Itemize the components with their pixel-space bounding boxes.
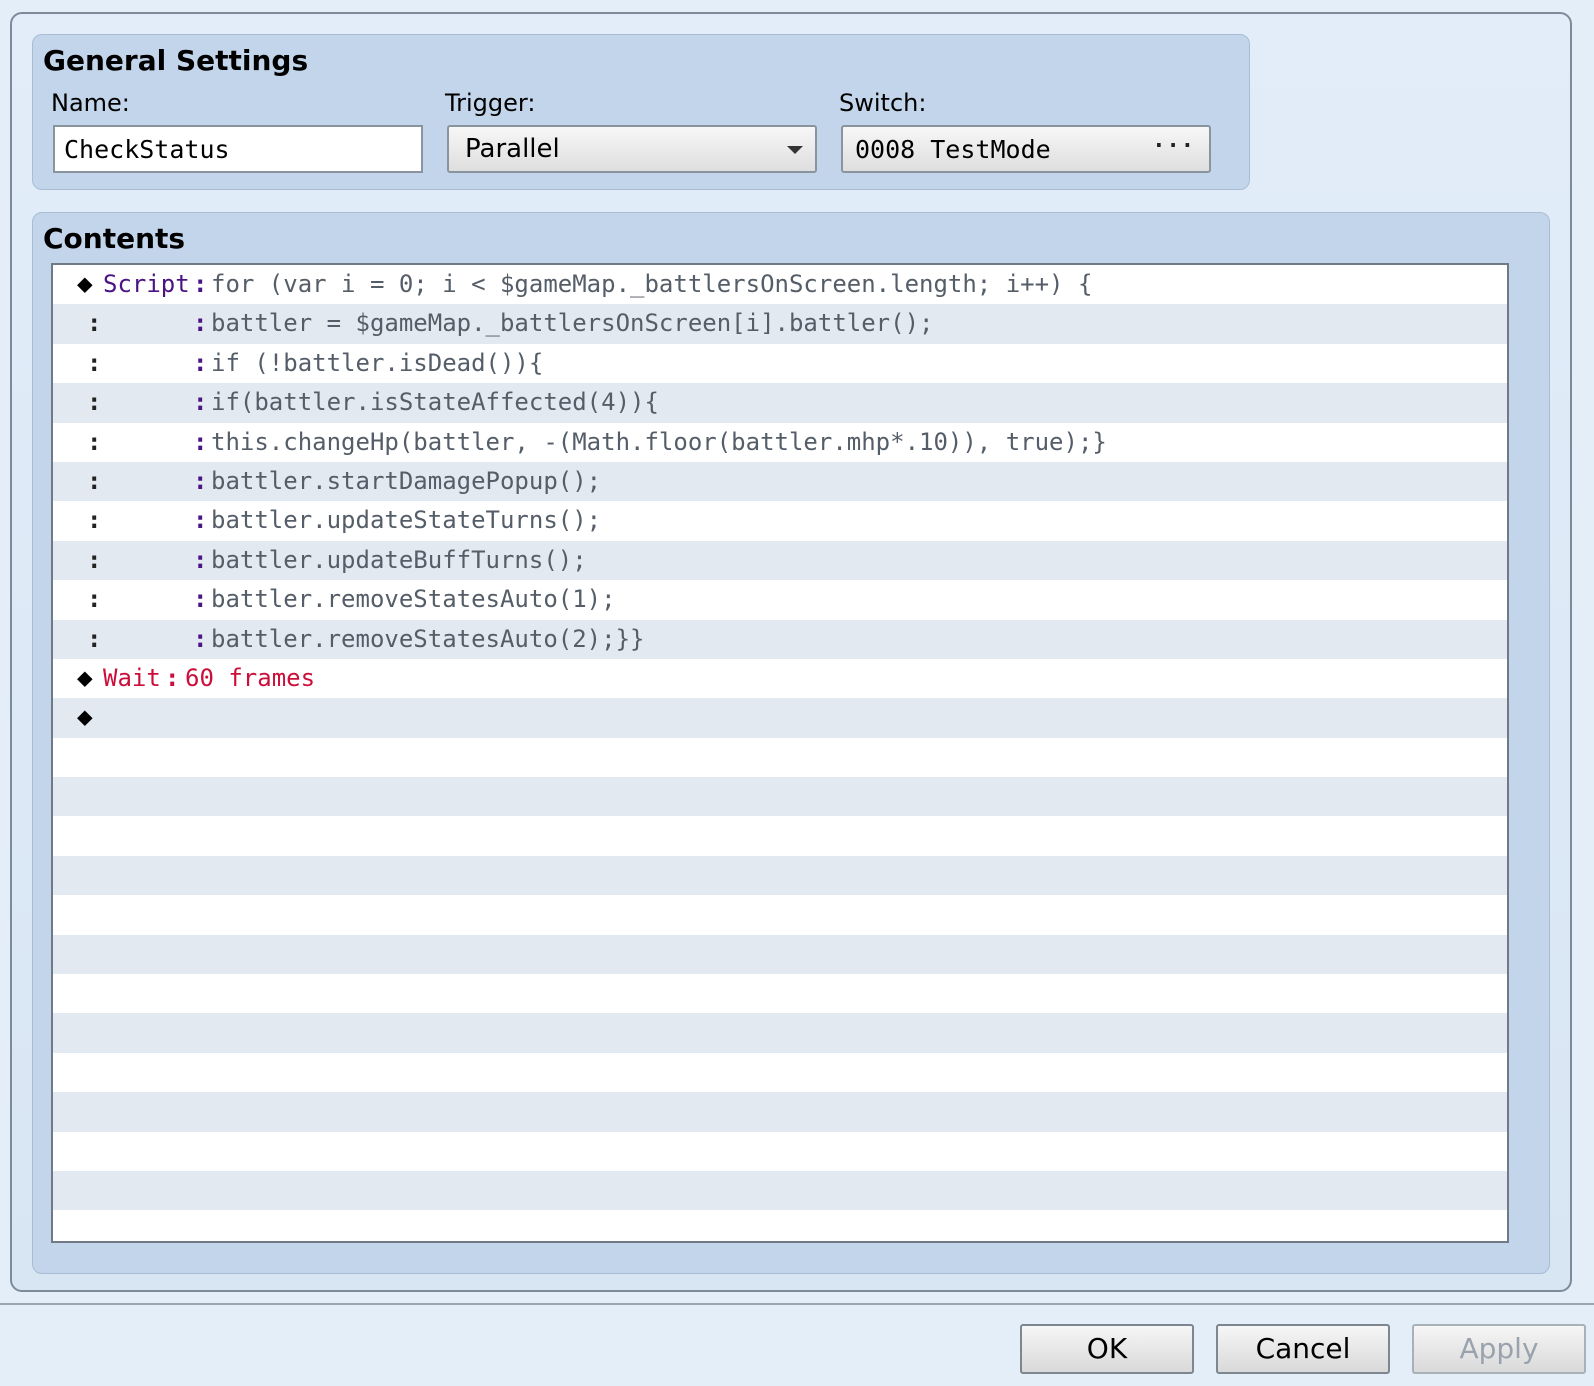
apply-button[interactable]: Apply [1412,1324,1586,1374]
command-row[interactable] [53,816,1507,855]
command-row[interactable] [53,934,1507,975]
continuation-mark: : [87,506,102,535]
command-row[interactable]: ◆ [53,698,1507,738]
command-name: Wait [103,663,161,692]
command-text: battler.updateStateTurns(); [211,506,602,535]
command-row[interactable] [53,1132,1507,1171]
command-separator: : [193,466,208,495]
command-row[interactable]: :: if (!battler.isDead()){ [53,344,1507,383]
command-separator: : [193,309,208,338]
trigger-value: Parallel [465,134,560,164]
command-text: for (var i = 0; i < $gameMap._battlersOn… [211,270,1093,298]
general-settings-title: General Settings [43,44,309,77]
command-row[interactable] [53,855,1507,896]
contents-title: Contents [43,222,186,255]
switch-label: Switch: [839,89,927,117]
trigger-label: Trigger: [445,89,536,117]
command-row[interactable]: :: battler = $gameMap._battlersOnScreen[i… [53,304,1507,344]
command-separator: : [193,427,208,456]
command-text: this.changeHp(battler, -(Math.floor(batt… [211,427,1107,456]
command-text: battler.updateBuffTurns(); [211,545,587,574]
command-row[interactable] [53,1210,1507,1241]
name-label: Name: [51,89,130,117]
command-separator: : [193,270,208,298]
command-text: battler.removeStatesAuto(1); [211,585,616,614]
command-marker: ◆ [77,662,93,693]
continuation-mark: : [87,309,102,338]
switch-select[interactable]: 0008 TestMode ··· [841,125,1211,173]
command-row[interactable]: :: battler.removeStatesAuto(2);}} [53,619,1507,659]
continuation-mark: : [87,545,102,574]
command-row[interactable] [53,1053,1507,1092]
command-text: battler.removeStatesAuto(2);}} [211,624,645,653]
command-text: if(battler.isStateAffected(4)){ [211,388,659,417]
switch-value: 0008 TestMode [855,134,1051,164]
event-editor-frame: General Settings Name: Trigger: Parallel… [10,12,1572,1292]
command-separator: : [193,388,208,417]
continuation-mark: : [87,427,102,456]
command-name: Script [103,270,190,298]
command-text: if (!battler.isDead()){ [211,348,544,377]
footer-divider [0,1303,1594,1305]
chevron-down-icon [787,146,803,154]
command-row[interactable] [53,895,1507,934]
command-row[interactable]: :: if(battler.isStateAffected(4)){ [53,383,1507,423]
ellipsis-icon[interactable]: ··· [1152,134,1195,159]
continuation-mark: : [87,388,102,417]
command-separator: : [193,348,208,377]
command-row[interactable]: :: this.changeHp(battler, -(Math.floor(ba… [53,423,1507,462]
command-list[interactable]: ◆ Script: for (var i = 0; i < $gameMap._ba… [51,263,1509,1243]
command-separator: : [193,585,208,614]
continuation-mark: : [87,348,102,377]
command-row[interactable]: ◆ Script: for (var i = 0; i < $gameMap._ba… [53,265,1507,304]
continuation-mark: : [87,585,102,614]
command-row[interactable] [53,738,1507,777]
command-row[interactable]: :: battler.removeStatesAuto(1); [53,580,1507,619]
command-row[interactable]: :: battler.startDamagePopup(); [53,461,1507,502]
name-input[interactable] [53,125,423,173]
general-settings-group: General Settings Name: Trigger: Parallel… [32,34,1250,190]
command-text: battler.startDamagePopup(); [211,466,602,495]
command-text: 60 frames [185,663,316,692]
command-row[interactable] [53,1170,1507,1211]
command-row[interactable] [53,1013,1507,1053]
cancel-button[interactable]: Cancel [1216,1324,1390,1374]
ok-button[interactable]: OK [1020,1324,1194,1374]
command-separator: : [165,663,180,692]
command-row[interactable] [53,1092,1507,1132]
command-text: battler = $gameMap._battlersOnScreen[i].… [211,309,934,338]
continuation-mark: : [87,624,102,653]
command-marker: ◆ [77,269,93,299]
command-separator: : [193,545,208,574]
contents-group: Contents ◆ Script: for (var i = 0; i < $ga… [32,212,1550,1274]
command-row[interactable] [53,974,1507,1013]
continuation-mark: : [87,466,102,495]
trigger-select[interactable]: Parallel [447,125,817,173]
command-row[interactable] [53,777,1507,817]
command-row[interactable]: :: battler.updateStateTurns(); [53,501,1507,540]
command-separator: : [193,624,208,653]
command-row[interactable]: ◆ Wait:60 frames [53,659,1507,698]
command-row[interactable]: :: battler.updateBuffTurns(); [53,540,1507,581]
command-separator: : [193,506,208,535]
command-marker: ◆ [77,702,93,733]
